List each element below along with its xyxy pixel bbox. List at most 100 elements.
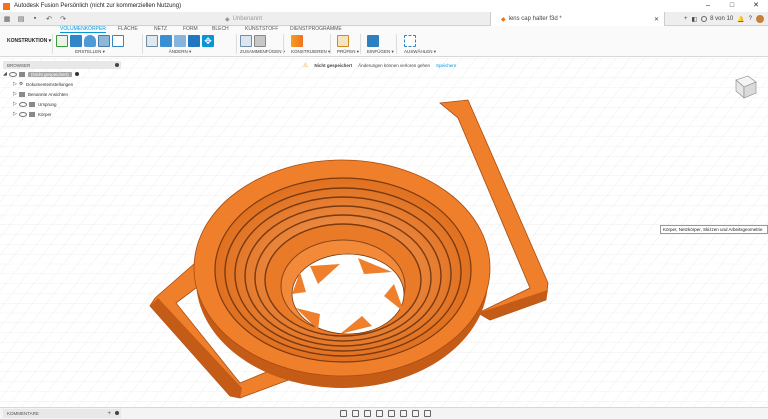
ribbon-divider (330, 34, 331, 54)
undo-icon[interactable]: ↶ (42, 12, 56, 26)
tab-label: lens cap halter f3d * (508, 16, 562, 22)
tab-bar: ▦ ▤ ▪ ↶ ↷ ◆ Unbenannt ◆ lens cap halter … (0, 12, 768, 26)
browser-header[interactable]: BROWSER (3, 61, 121, 69)
panel-pin-icon[interactable] (115, 63, 119, 67)
new-tab-icon[interactable]: + (684, 16, 688, 22)
redo-icon[interactable]: ↷ (56, 12, 70, 26)
maximize-button[interactable]: □ (720, 0, 744, 12)
record-icon[interactable] (74, 72, 79, 76)
insert-image-icon[interactable] (367, 34, 379, 47)
tab-lens-cap[interactable]: ◆ lens cap halter f3d * ✕ (490, 12, 665, 26)
avatar[interactable] (756, 15, 764, 23)
ribbon-divider (396, 34, 397, 54)
window-controls: – □ ✕ (696, 0, 768, 12)
modify-group: ✥ ÄNDERN ▾ (146, 34, 214, 57)
inspect-menu[interactable]: PRÜFEN ▾ (337, 49, 359, 55)
shell-icon[interactable] (188, 34, 200, 47)
file-menu-icon[interactable]: ▤ (14, 12, 28, 26)
bell-icon[interactable]: 🔔 (737, 16, 744, 23)
comments-panel[interactable]: KOMMENTARE + (3, 409, 121, 418)
tab-flaeche[interactable]: FLÄCHE (118, 26, 138, 32)
fusion-logo-icon (3, 2, 10, 10)
close-tab-icon[interactable]: ✕ (654, 16, 659, 23)
help-icon[interactable]: ? (749, 16, 752, 22)
revolve-icon[interactable] (84, 34, 96, 47)
grid-settings-icon[interactable] (412, 410, 419, 417)
zoom-icon[interactable] (376, 410, 383, 417)
title-bar: Autodesk Fusion Persönlich (nicht zur ko… (0, 0, 768, 12)
display-settings-icon[interactable] (400, 410, 407, 417)
inspect-group: PRÜFEN ▾ (337, 34, 359, 57)
save-icon[interactable]: ▪ (28, 12, 42, 26)
fillet-icon[interactable] (160, 34, 172, 47)
job-status[interactable]: 8 von 10 (701, 16, 733, 22)
workspace-switcher[interactable]: KONSTRUKTION ▾ (3, 35, 55, 47)
pan-icon[interactable] (364, 410, 371, 417)
tree-item[interactable]: ▷ Ursprung (3, 99, 121, 109)
move-icon[interactable]: ✥ (202, 34, 214, 47)
select-icon[interactable] (404, 34, 416, 47)
app-title: Autodesk Fusion Persönlich (nicht zur ko… (14, 3, 182, 9)
pattern-icon[interactable] (112, 34, 124, 47)
extensions-icon[interactable]: ◧ (691, 16, 697, 23)
tree-item[interactable]: ▷ Körper (3, 109, 121, 119)
modify-menu[interactable]: ÄNDERN ▾ (146, 49, 214, 55)
folder-icon (19, 91, 25, 97)
new-sketch-icon[interactable] (56, 34, 68, 47)
navigation-toolbar (340, 409, 431, 418)
tree-item-label: Benannte Ansichten (28, 91, 69, 97)
warning-icon: ⚠ (303, 62, 309, 69)
insert-menu[interactable]: EINFÜGEN ▾ (367, 49, 394, 55)
tab-kunststoff[interactable]: KUNSTSTOFF (245, 26, 278, 32)
folder-icon (29, 101, 35, 107)
ribbon-divider (236, 34, 237, 54)
tree-item[interactable]: ▷ Benannte Ansichten (3, 89, 121, 99)
add-comment-icon[interactable]: + (107, 411, 111, 417)
tab-form[interactable]: FORM (183, 26, 198, 32)
browser-title: BROWSER (7, 62, 31, 68)
create-menu[interactable]: ERSTELLEN ▾ (56, 49, 124, 55)
view-cube[interactable] (730, 70, 760, 100)
app-grid-icon[interactable]: ▦ (0, 12, 14, 26)
tab-netz[interactable]: NETZ (154, 26, 167, 32)
comments-title: KOMMENTARE (7, 411, 39, 416)
assemble-menu[interactable]: ZUSAMMENFÜGEN ▾ (240, 49, 285, 55)
select-group: AUSWÄHLEN ▾ (404, 34, 436, 57)
tree-root[interactable]: ◢ (Nicht gespeichert) (3, 69, 121, 79)
ribbon-divider (283, 34, 284, 54)
construct-group: KONSTRUIEREN ▾ (291, 34, 330, 57)
visibility-eye-icon[interactable] (19, 111, 27, 117)
look-at-icon[interactable] (352, 410, 359, 417)
construct-menu[interactable]: KONSTRUIEREN ▾ (291, 49, 330, 55)
folder-icon (29, 111, 35, 117)
bottom-bar: KOMMENTARE + (0, 407, 768, 419)
visibility-eye-icon[interactable] (9, 71, 17, 77)
hole-icon[interactable] (98, 34, 110, 47)
insert-group: EINFÜGEN ▾ (367, 34, 394, 57)
minimize-button[interactable]: – (696, 0, 720, 12)
visibility-eye-icon[interactable] (19, 101, 27, 107)
cube-icon: ◆ (225, 16, 230, 23)
offset-plane-icon[interactable] (291, 34, 303, 47)
tree-item-label: Ursprung (38, 101, 57, 107)
joint-icon[interactable] (254, 34, 266, 47)
fit-icon[interactable] (388, 410, 395, 417)
tab-dienstprogramme[interactable]: DIENSTPROGRAMME (290, 26, 342, 32)
close-window-button[interactable]: ✕ (744, 0, 768, 12)
clock-icon (701, 16, 708, 22)
tab-volumenkoerper[interactable]: VOLUMENKÖRPER (60, 26, 106, 33)
orbit-icon[interactable] (340, 410, 347, 417)
extrude-icon[interactable] (70, 34, 82, 47)
press-pull-icon[interactable] (146, 34, 158, 47)
toolbar-ribbon: KONSTRUKTION ▾ VOLUMENKÖRPER FLÄCHE NETZ… (0, 26, 768, 57)
measure-icon[interactable] (337, 34, 349, 47)
save-link[interactable]: Speichern (436, 63, 456, 68)
viewports-icon[interactable] (424, 410, 431, 417)
select-menu[interactable]: AUSWÄHLEN ▾ (404, 49, 436, 55)
new-component-icon[interactable] (240, 34, 252, 47)
tab-blech[interactable]: BLECH (212, 26, 229, 32)
chamfer-icon[interactable] (174, 34, 186, 47)
panel-pin-icon[interactable] (115, 411, 119, 415)
tab-unbenannt[interactable]: ◆ Unbenannt (225, 12, 475, 26)
tree-item[interactable]: ▷ ⚙ Dokumenteinstellungen (3, 79, 121, 89)
